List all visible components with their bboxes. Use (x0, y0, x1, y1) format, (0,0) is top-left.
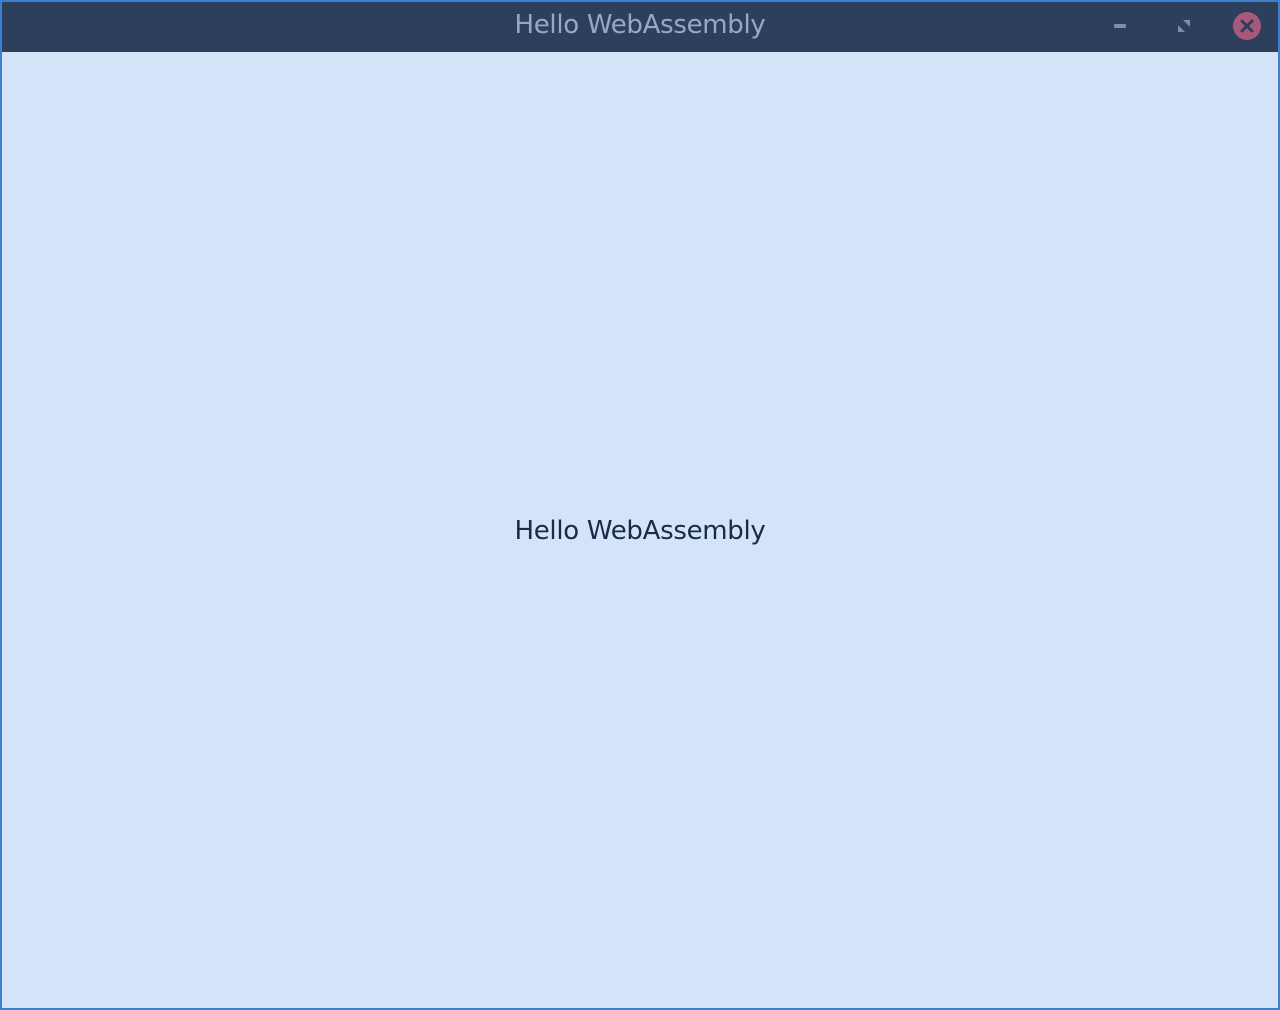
maximize-button[interactable] (1168, 10, 1200, 42)
app-window: Hello WebAssembly Hello WebAssembly (0, 0, 1280, 1010)
restore-icon (1177, 19, 1191, 33)
close-icon (1232, 11, 1262, 41)
title-bar[interactable]: Hello WebAssembly (2, 2, 1278, 52)
content-area: Hello WebAssembly (2, 52, 1278, 1008)
minimize-button[interactable] (1104, 10, 1136, 42)
hello-label: Hello WebAssembly (514, 516, 766, 546)
window-title: Hello WebAssembly (514, 10, 766, 40)
minimize-icon (1113, 23, 1127, 29)
close-button[interactable] (1231, 10, 1263, 42)
